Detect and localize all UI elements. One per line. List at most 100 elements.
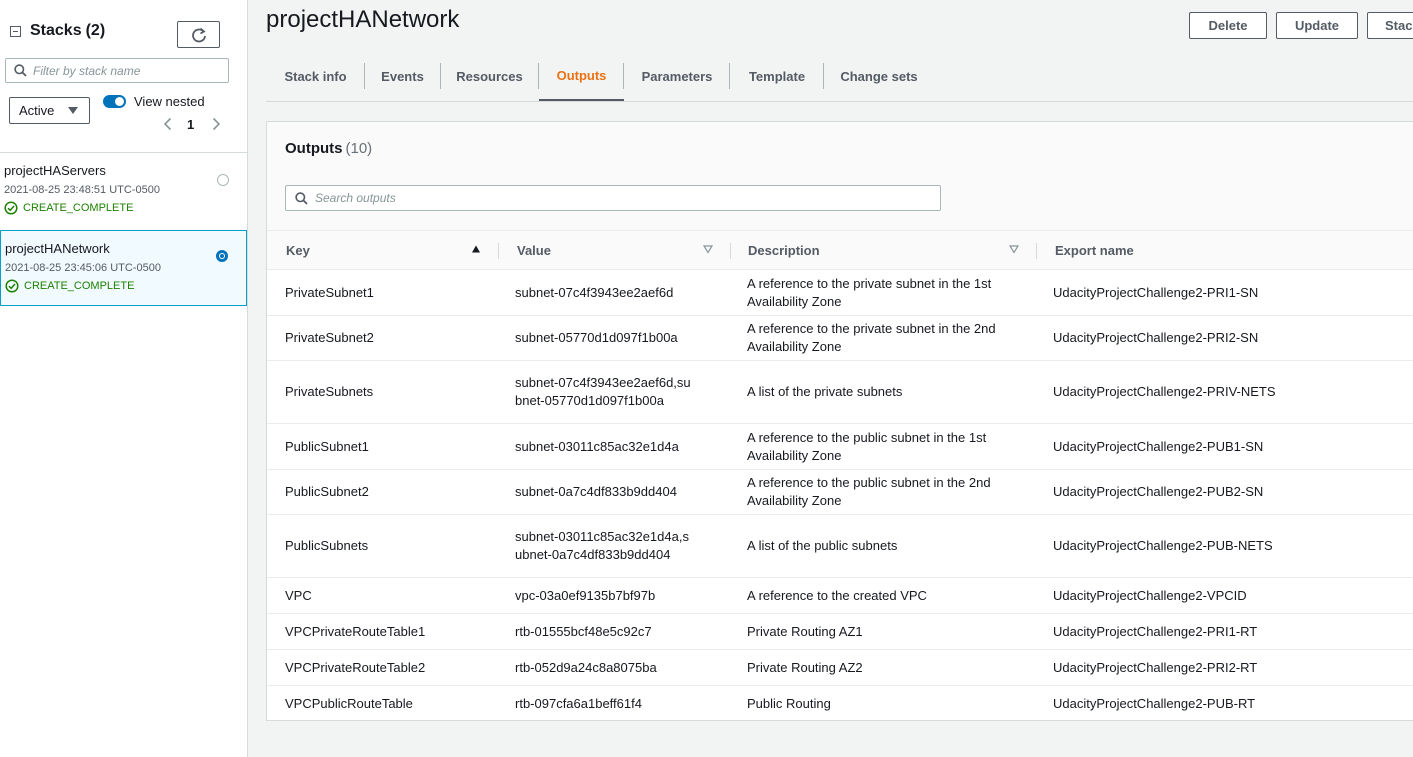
cell-description: A reference to the private subnet in the… — [747, 275, 992, 309]
page-number[interactable]: 1 — [187, 117, 194, 132]
stack-status-text: CREATE_COMPLETE — [23, 202, 134, 214]
tab-template[interactable]: Template — [730, 52, 824, 101]
cell-value: rtb-097cfa6a1beff61f4 — [515, 695, 642, 711]
cell-description: Private Routing AZ1 — [747, 623, 863, 639]
cell-key: VPCPrivateRouteTable1 — [285, 623, 426, 639]
next-page-button[interactable] — [209, 116, 223, 132]
collapse-icon[interactable] — [10, 25, 21, 37]
cell-key: PublicSubnet2 — [285, 484, 369, 499]
table-row: PublicSubnet1 subnet-03011c85ac32e1d4a A… — [267, 424, 1413, 470]
caret-down-icon — [68, 107, 78, 114]
cell-description: A list of the public subnets — [747, 538, 898, 553]
cell-key: PrivateSubnet2 — [285, 330, 374, 345]
column-header-description[interactable]: Description — [748, 231, 820, 269]
column-header-key[interactable]: Key — [286, 231, 310, 269]
cell-export-name: UdacityProjectChallenge2-PRI1-RT — [1053, 623, 1258, 639]
cell-export-name: UdacityProjectChallenge2-PRI2-SN — [1053, 330, 1259, 345]
cell-export-name: UdacityProjectChallenge2-PUB-NETS — [1053, 538, 1273, 553]
cell-value: subnet-0a7c4df833b9dd404 — [515, 484, 677, 499]
prev-page-button[interactable] — [160, 116, 174, 132]
stack-name[interactable]: projectHAServers — [4, 163, 247, 178]
search-icon — [295, 191, 308, 205]
column-header-export-name[interactable]: Export name — [1055, 231, 1134, 269]
table-row: VPCPublicRouteTable rtb-097cfa6a1beff61f… — [267, 686, 1413, 721]
table-row: PublicSubnets subnet-03011c85ac32e1d4a,s… — [267, 515, 1413, 578]
status-filter-select[interactable]: Active — [9, 97, 90, 124]
tab-outputs[interactable]: Outputs — [539, 52, 624, 101]
cell-export-name: UdacityProjectChallenge2-PUB1-SN — [1053, 438, 1264, 454]
sort-icon[interactable] — [703, 244, 713, 254]
cell-description: A reference to the private subnet in the… — [747, 321, 996, 354]
success-check-icon — [4, 201, 18, 215]
cell-description: Public Routing — [747, 695, 831, 711]
stack-timestamp: 2021-08-25 23:48:51 UTC-0500 — [4, 184, 160, 196]
refresh-button[interactable] — [177, 21, 220, 48]
view-nested-label: View nested — [134, 94, 205, 109]
cell-description: A reference to the public subnet in the … — [747, 429, 987, 463]
table-row: VPCPrivateRouteTable1 rtb-01555bcf48e5c9… — [267, 614, 1413, 650]
column-header-value[interactable]: Value — [517, 231, 551, 269]
search-outputs-input[interactable] — [315, 191, 915, 205]
cell-key: VPCPrivateRouteTable2 — [285, 659, 426, 675]
success-check-icon — [5, 279, 19, 293]
cell-key: PrivateSubnet1 — [285, 284, 374, 300]
stack-status: CREATE_COMPLETE — [5, 279, 246, 293]
tab-change-sets[interactable]: Change sets — [824, 52, 934, 101]
cell-export-name: UdacityProjectChallenge2-PRI2-RT — [1053, 659, 1258, 675]
table-row: VPCPrivateRouteTable2 rtb-052d9a24c8a807… — [267, 650, 1413, 686]
status-filter-value: Active — [19, 103, 55, 118]
stack-select-radio[interactable] — [216, 250, 228, 262]
tab-stack-info[interactable]: Stack info — [266, 52, 365, 101]
stack-status: CREATE_COMPLETE — [4, 201, 247, 215]
delete-button[interactable]: Delete — [1189, 12, 1267, 39]
outputs-title-text: Outputs — [285, 140, 343, 157]
column-divider — [730, 243, 731, 259]
table-header: Key Value Description Export name — [267, 230, 1413, 270]
cell-description: A reference to the created VPC — [747, 587, 927, 603]
stack-timestamp: 2021-08-25 23:45:06 UTC-0500 — [5, 262, 161, 274]
sort-icon[interactable] — [1009, 244, 1019, 254]
cell-description: A list of the private subnets — [747, 384, 903, 399]
cell-export-name: UdacityProjectChallenge2-PUB-RT — [1053, 695, 1256, 711]
column-divider — [498, 243, 499, 259]
stack-item-projecthaservers[interactable]: projectHAServers 2021-08-25 23:48:51 UTC… — [0, 153, 247, 229]
stack-actions-button[interactable]: Stac — [1367, 12, 1413, 39]
table-row: PrivateSubnet2 subnet-05770d1d097f1b00a … — [267, 316, 1413, 361]
cell-value: subnet-03011c85ac32e1d4a — [515, 438, 679, 454]
tab-events[interactable]: Events — [365, 52, 440, 101]
chevron-right-icon — [212, 117, 220, 131]
search-outputs-field[interactable] — [285, 185, 941, 211]
stack-filter-input[interactable] — [33, 63, 223, 78]
table-row: PrivateSubnets subnet-07c4f3943ee2aef6d,… — [267, 361, 1413, 424]
stacks-count: (2) — [85, 22, 106, 39]
table-row: PrivateSubnet1 subnet-07c4f3943ee2aef6d … — [267, 270, 1413, 316]
cell-export-name: UdacityProjectChallenge2-PRIV-NETS — [1053, 384, 1276, 399]
cell-key: PrivateSubnets — [285, 384, 374, 399]
cell-key: VPC — [285, 587, 312, 603]
cell-value: vpc-03a0ef9135b7bf97b — [515, 587, 656, 603]
cell-value: subnet-07c4f3943ee2aef6d — [515, 284, 674, 300]
cell-key: PublicSubnet1 — [285, 438, 369, 454]
stack-item-projecthanetwork[interactable]: projectHANetwork 2021-08-25 23:45:06 UTC… — [0, 230, 247, 306]
sort-ascending-icon[interactable] — [471, 244, 481, 254]
view-nested-toggle[interactable] — [103, 95, 126, 108]
tabs-underline — [266, 101, 1413, 102]
tab-parameters[interactable]: Parameters — [624, 52, 730, 101]
update-button[interactable]: Update — [1276, 12, 1358, 39]
cell-export-name: UdacityProjectChallenge2-VPCID — [1053, 587, 1247, 603]
refresh-icon — [191, 27, 206, 42]
table-row: PublicSubnet2 subnet-0a7c4df833b9dd404 A… — [267, 470, 1413, 515]
tab-resources[interactable]: Resources — [441, 52, 538, 101]
column-divider — [1036, 243, 1037, 259]
stack-name[interactable]: projectHANetwork — [5, 241, 246, 256]
stacks-sidebar: Stacks (2) Active View nested 1 projectH… — [0, 0, 248, 757]
cell-export-name: UdacityProjectChallenge2-PRI1-SN — [1053, 284, 1259, 300]
cell-description: Private Routing AZ2 — [747, 659, 863, 675]
cell-export-name: UdacityProjectChallenge2-PUB2-SN — [1053, 484, 1264, 499]
stack-filter-field[interactable] — [5, 58, 229, 83]
cell-value: subnet-05770d1d097f1b00a — [515, 330, 678, 345]
pagination: 1 — [160, 116, 223, 132]
stack-select-radio[interactable] — [217, 174, 229, 186]
cell-key: VPCPublicRouteTable — [285, 695, 413, 711]
cell-key: PublicSubnets — [285, 538, 369, 553]
